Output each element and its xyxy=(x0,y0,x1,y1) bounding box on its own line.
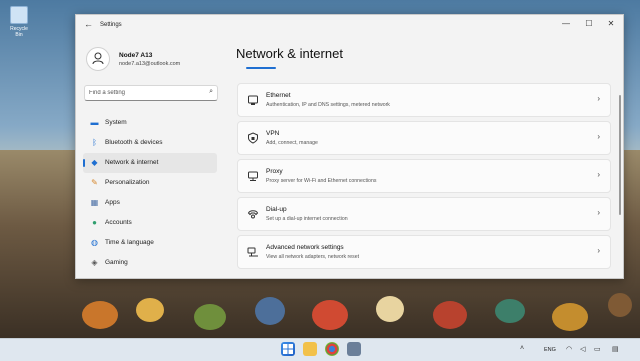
sidebar-item-label: Network & internet xyxy=(105,159,159,166)
windows-logo-icon xyxy=(283,344,293,354)
page-title: Network & internet xyxy=(236,46,343,61)
title-bar: ← Settings — ☐ ✕ xyxy=(76,15,623,35)
item-title: VPN xyxy=(266,130,280,137)
monitor-icon: ▬ xyxy=(90,118,99,127)
sidebar-item-label: Personalization xyxy=(105,179,150,186)
chevron-right-icon: › xyxy=(597,132,600,141)
chevron-right-icon: › xyxy=(597,94,600,103)
language-indicator[interactable]: ENG xyxy=(544,347,556,353)
sidebar-item-apps[interactable]: ▦ Apps xyxy=(83,193,217,213)
sidebar-item-label: Accounts xyxy=(105,219,132,226)
file-explorer-icon[interactable] xyxy=(303,342,317,356)
network-icon xyxy=(247,247,258,257)
recycle-bin-icon xyxy=(10,6,28,24)
sidebar-item-time-language[interactable]: ◍ Time & language xyxy=(83,233,217,253)
chevron-right-icon: › xyxy=(597,170,600,179)
sidebar-item-label: Gaming xyxy=(105,259,128,266)
taskbar: ˄ ENG ◠ ◁ ▭ ▤ xyxy=(0,338,640,361)
maximize-button[interactable]: ☐ xyxy=(583,19,595,28)
sidebar-item-gaming[interactable]: ◈ Gaming xyxy=(83,253,217,273)
item-title: Proxy xyxy=(266,168,283,175)
battery-icon[interactable]: ▭ xyxy=(594,345,601,353)
vpn-item[interactable]: VPN Add, connect, manage › xyxy=(237,121,611,155)
sidebar-item-network[interactable]: ◆ Network & internet xyxy=(83,153,217,173)
close-button[interactable]: ✕ xyxy=(605,19,617,28)
wifi-icon: ◆ xyxy=(91,158,98,167)
window-title: Settings xyxy=(100,22,122,28)
settings-window: ← Settings — ☐ ✕ Node7 A13 node7.a13@out… xyxy=(75,14,624,279)
sidebar-item-bluetooth[interactable]: ᛒ Bluetooth & devices xyxy=(83,133,217,153)
advanced-network-settings-item[interactable]: Advanced network settings View all netwo… xyxy=(237,235,611,269)
phone-icon xyxy=(247,210,259,219)
section-indicator xyxy=(246,67,276,69)
sidebar-item-accounts[interactable]: ● Accounts xyxy=(83,213,217,233)
chrome-icon[interactable] xyxy=(325,342,339,356)
item-title: Dial-up xyxy=(266,206,287,213)
item-description: Set up a dial-up internet connection xyxy=(266,216,348,222)
sidebar-item-system[interactable]: ▬ System xyxy=(83,113,217,133)
wifi-icon[interactable]: ◠ xyxy=(566,345,572,353)
bluetooth-icon: ᛒ xyxy=(92,138,97,147)
dial-up-item[interactable]: Dial-up Set up a dial-up internet connec… xyxy=(237,197,611,231)
chevron-right-icon: › xyxy=(597,246,600,255)
chevron-up-icon[interactable]: ˄ xyxy=(520,345,524,352)
notification-icon[interactable]: ▤ xyxy=(612,345,619,353)
person-icon: ● xyxy=(92,218,97,227)
user-email: node7.a13@outlook.com xyxy=(119,61,181,67)
recycle-bin-label: Recycle Bin xyxy=(10,26,28,38)
user-name: Node7 A13 xyxy=(119,52,153,59)
recycle-bin-shortcut[interactable]: Recycle Bin xyxy=(6,6,32,38)
back-button[interactable]: ← xyxy=(84,19,93,29)
item-title: Ethernet xyxy=(266,92,291,99)
sidebar-item-label: Apps xyxy=(105,199,120,206)
search-icon[interactable]: ⌕ xyxy=(209,88,213,96)
chevron-right-icon: › xyxy=(597,208,600,217)
gamepad-icon: ◈ xyxy=(91,258,98,267)
search-input[interactable] xyxy=(89,86,199,99)
globe-clock-icon: ◍ xyxy=(91,238,98,247)
brush-icon: ✎ xyxy=(91,178,98,187)
sidebar-nav: ▬ System ᛒ Bluetooth & devices ◆ Network… xyxy=(83,113,217,273)
avatar[interactable] xyxy=(86,47,110,71)
speaker-icon[interactable]: ◁ xyxy=(580,345,585,353)
apps-icon: ▦ xyxy=(90,198,99,207)
shield-icon xyxy=(248,132,258,144)
item-description: Authentication, IP and DNS settings, met… xyxy=(266,102,390,108)
sidebar-item-label: Bluetooth & devices xyxy=(105,139,163,146)
item-description: View all network adapters, network reset xyxy=(266,254,360,260)
settings-gear-icon[interactable] xyxy=(347,342,361,356)
ethernet-icon xyxy=(248,95,258,105)
search-box[interactable]: ⌕ xyxy=(84,85,218,101)
scrollbar[interactable] xyxy=(619,95,621,215)
item-description: Add, connect, manage xyxy=(266,140,318,146)
minimize-button[interactable]: — xyxy=(560,19,572,28)
ethernet-item[interactable]: Ethernet Authentication, IP and DNS sett… xyxy=(237,83,611,117)
item-title: Advanced network settings xyxy=(266,244,344,251)
item-description: Proxy server for Wi-Fi and Ethernet conn… xyxy=(266,178,377,184)
proxy-icon xyxy=(248,171,258,181)
start-button[interactable] xyxy=(281,342,295,356)
sidebar-item-label: Time & language xyxy=(105,239,154,246)
wallpaper-birds-illustration xyxy=(82,293,632,331)
sidebar-item-personalization[interactable]: ✎ Personalization xyxy=(83,173,217,193)
proxy-item[interactable]: Proxy Proxy server for Wi-Fi and Etherne… xyxy=(237,159,611,193)
settings-list: Ethernet Authentication, IP and DNS sett… xyxy=(237,83,611,273)
person-icon xyxy=(92,52,104,65)
sidebar-item-label: System xyxy=(105,119,127,126)
